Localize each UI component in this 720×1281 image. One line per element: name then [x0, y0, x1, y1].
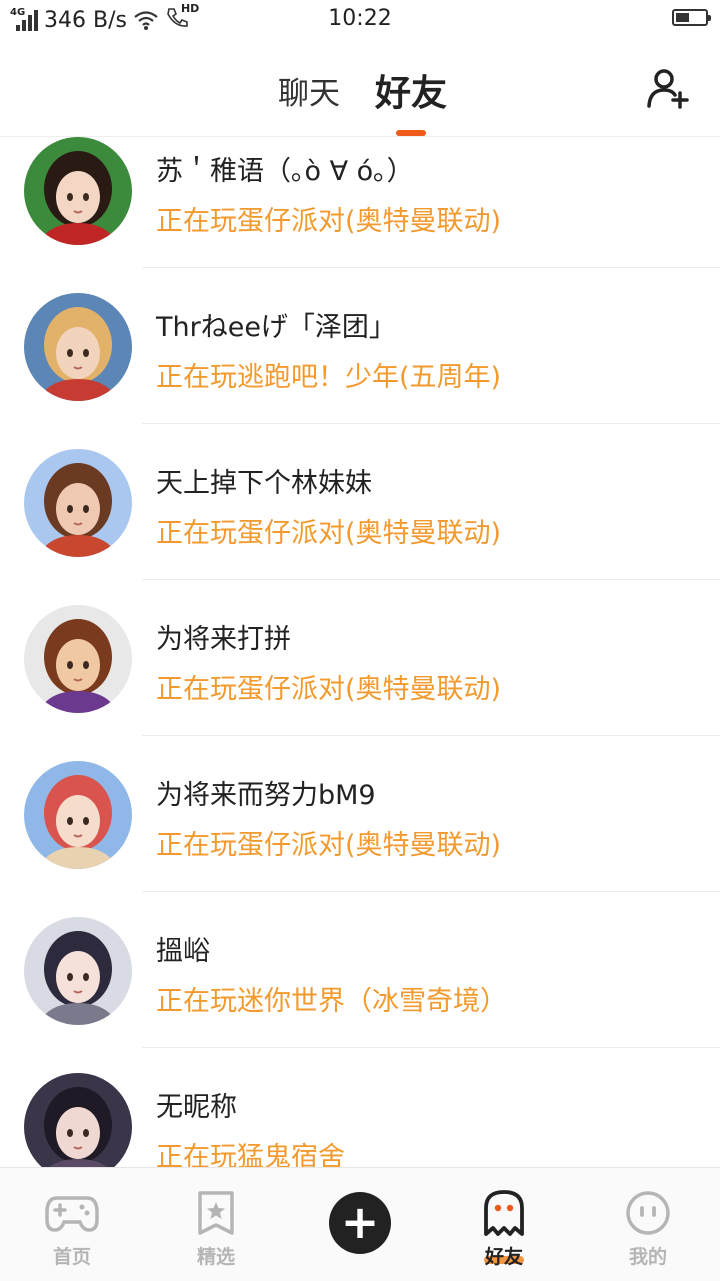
friend-name: 无昵称: [156, 1092, 237, 1123]
friend-list[interactable]: 苏＇稚语（｡ò ∀ ó｡） 正在玩蛋仔派对(奥特曼联动) Thrねeeげ「泽团」 正在…: [0, 137, 720, 1167]
friend-name: 为将来而努力bM9: [156, 780, 376, 811]
nav-featured-label: 精选: [196, 1246, 235, 1268]
friend-name: 搵峪: [156, 936, 210, 967]
nav-friends[interactable]: 好友: [432, 1168, 576, 1281]
avatar[interactable]: [24, 1073, 132, 1167]
friend-name: 天上掉下个林妹妹: [156, 468, 372, 499]
friend-name: Thrねeeげ「泽团」: [156, 312, 396, 343]
friend-status: 正在玩猛鬼宿舍: [156, 1142, 345, 1167]
friend-status: 正在玩蛋仔派对(奥特曼联动): [156, 674, 502, 705]
friend-status: 正在玩蛋仔派对(奥特曼联动): [156, 830, 502, 861]
friend-row[interactable]: 为将来而努力bM9 正在玩蛋仔派对(奥特曼联动): [0, 761, 720, 917]
nav-me-label: 我的: [628, 1246, 667, 1268]
ghost-icon: [484, 1190, 524, 1236]
friend-status: 正在玩蛋仔派对(奥特曼联动): [156, 206, 502, 237]
avatar[interactable]: [24, 761, 132, 869]
nav-friends-label: 好友: [484, 1246, 523, 1268]
row-divider: [142, 891, 720, 892]
friend-name: 苏＇稚语（｡ò ∀ ó｡）: [156, 156, 414, 187]
bottom-nav: 首页 精选 + 好友 我的: [0, 1167, 720, 1281]
friend-row[interactable]: 为将来打拼正在玩蛋仔派对(奥特曼联动): [0, 605, 720, 761]
avatar[interactable]: [24, 137, 132, 245]
friend-status: 正在玩逃跑吧！少年(五周年): [156, 362, 502, 393]
nav-create[interactable]: +: [288, 1168, 432, 1281]
row-divider: [142, 423, 720, 424]
add-user-icon[interactable]: [646, 66, 690, 110]
friend-status: 正在玩迷你世界（冰雪奇境）: [156, 986, 507, 1017]
avatar[interactable]: [24, 449, 132, 557]
nav-me[interactable]: 我的: [576, 1168, 720, 1281]
clock: 10:22: [328, 6, 392, 31]
friend-row[interactable]: Thrねeeげ「泽团」正在玩逃跑吧！少年(五周年): [0, 293, 720, 449]
avatar[interactable]: [24, 293, 132, 401]
friend-row[interactable]: 苏＇稚语（｡ò ∀ ó｡） 正在玩蛋仔派对(奥特曼联动): [0, 137, 720, 293]
friend-row[interactable]: 无昵称正在玩猛鬼宿舍: [0, 1073, 720, 1167]
friend-row[interactable]: 天上掉下个林妹妹正在玩蛋仔派对(奥特曼联动): [0, 449, 720, 605]
nav-featured[interactable]: 精选: [144, 1168, 288, 1281]
face-icon: [626, 1191, 670, 1235]
top-header: 聊天 好友: [0, 38, 720, 137]
avatar[interactable]: [24, 605, 132, 713]
battery-icon: [672, 9, 711, 26]
nav-home-label: 首页: [52, 1246, 91, 1268]
star-badge-icon: [198, 1191, 234, 1235]
nav-home[interactable]: 首页: [0, 1168, 144, 1281]
gamepad-icon: [45, 1196, 99, 1232]
row-divider: [142, 267, 720, 268]
friend-name: 为将来打拼: [156, 624, 291, 655]
row-divider: [142, 1047, 720, 1048]
tab-friends[interactable]: 好友: [375, 64, 447, 116]
row-divider: [142, 735, 720, 736]
avatar[interactable]: [24, 917, 132, 1025]
friend-row[interactable]: 搵峪正在玩迷你世界（冰雪奇境）: [0, 917, 720, 1073]
plus-icon[interactable]: +: [329, 1192, 391, 1254]
tab-chat[interactable]: 聊天: [278, 68, 340, 113]
friend-status: 正在玩蛋仔派对(奥特曼联动): [156, 518, 502, 549]
row-divider: [142, 579, 720, 580]
status-bar: 4G 346 B/s HD 10:22: [0, 0, 720, 38]
tab-indicator: [396, 130, 426, 136]
